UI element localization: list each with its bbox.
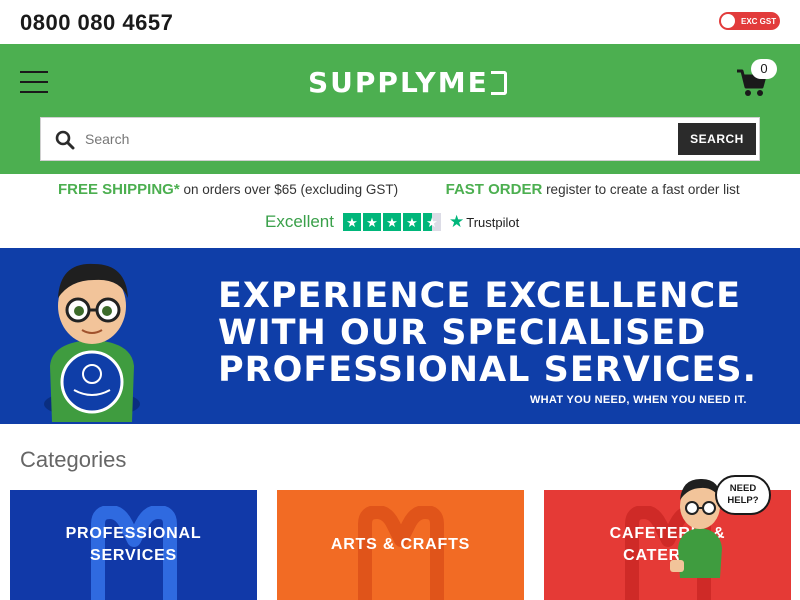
category-card-professional-services[interactable]: PROFESSIONAL SERVICES (10, 490, 257, 600)
category-label: PROFESSIONAL SERVICES (65, 525, 202, 564)
fast-order-text: register to create a fast order list (546, 182, 740, 197)
banner-headline-line-1: EXPERIENCE EXCELLENCE (218, 276, 742, 316)
gst-toggle[interactable]: EXC GST (719, 12, 780, 30)
need-help-bubble[interactable]: NEED HELP? (715, 475, 771, 515)
site-header: SUPPLYME SEARCH (0, 44, 800, 174)
logo-mark-icon (490, 71, 507, 95)
free-shipping-text: on orders over $65 (excluding GST) (183, 182, 399, 197)
banner-tagline: WHAT YOU NEED, WHEN YOU NEED IT. (530, 394, 747, 406)
mascot-illustration (44, 263, 140, 422)
toggle-knob (721, 14, 735, 28)
category-card-arts-crafts[interactable]: ARTS & CRAFTS (277, 490, 524, 600)
promo-strip: FREE SHIPPING* on orders over $65 (exclu… (0, 174, 800, 248)
half-star-icon: ★ (422, 213, 441, 231)
logo-text: SUPPLYME (308, 66, 489, 99)
cart-count-badge: 0 (751, 59, 777, 79)
star-icon: ★ (342, 213, 361, 231)
promo-line: FREE SHIPPING* on orders over $65 (exclu… (58, 181, 740, 198)
categories-heading: Categories (20, 447, 127, 472)
trust-stars: ★ ★ ★ ★ ★ (342, 213, 441, 231)
banner-headline-line-3: PROFESSIONAL SERVICES. (218, 350, 757, 390)
site-logo[interactable]: SUPPLYME (308, 66, 507, 99)
trustpilot-widget[interactable]: Excellent ★ ★ ★ ★ ★ ★ Trustpilot (265, 211, 519, 233)
category-label: ARTS & CRAFTS (330, 536, 471, 553)
fast-order-link[interactable]: FAST ORDER (446, 181, 543, 198)
search-bar: SEARCH (40, 117, 760, 161)
top-bar: 0800 080 4657 EXC GST (0, 0, 800, 44)
free-shipping-highlight[interactable]: FREE SHIPPING* (58, 181, 180, 198)
phone-number[interactable]: 0800 080 4657 (20, 10, 173, 36)
hero-banner[interactable]: EXPERIENCE EXCELLENCE WITH OUR SPECIALIS… (0, 248, 800, 424)
star-icon: ★ (402, 213, 421, 231)
search-button[interactable]: SEARCH (678, 123, 756, 155)
menu-icon[interactable] (20, 71, 48, 93)
search-icon (55, 130, 75, 150)
star-icon: ★ (382, 213, 401, 231)
search-input[interactable] (85, 118, 715, 160)
banner-headline-line-2: WITH OUR SPECIALISED (218, 313, 707, 353)
trust-rating-label: Excellent (265, 212, 334, 231)
trustpilot-name: Trustpilot (466, 214, 520, 230)
trustpilot-brand: ★ Trustpilot (449, 212, 519, 232)
gst-toggle-label: EXC GST (741, 16, 777, 26)
star-icon: ★ (362, 213, 381, 231)
trustpilot-star-icon: ★ (448, 212, 465, 231)
